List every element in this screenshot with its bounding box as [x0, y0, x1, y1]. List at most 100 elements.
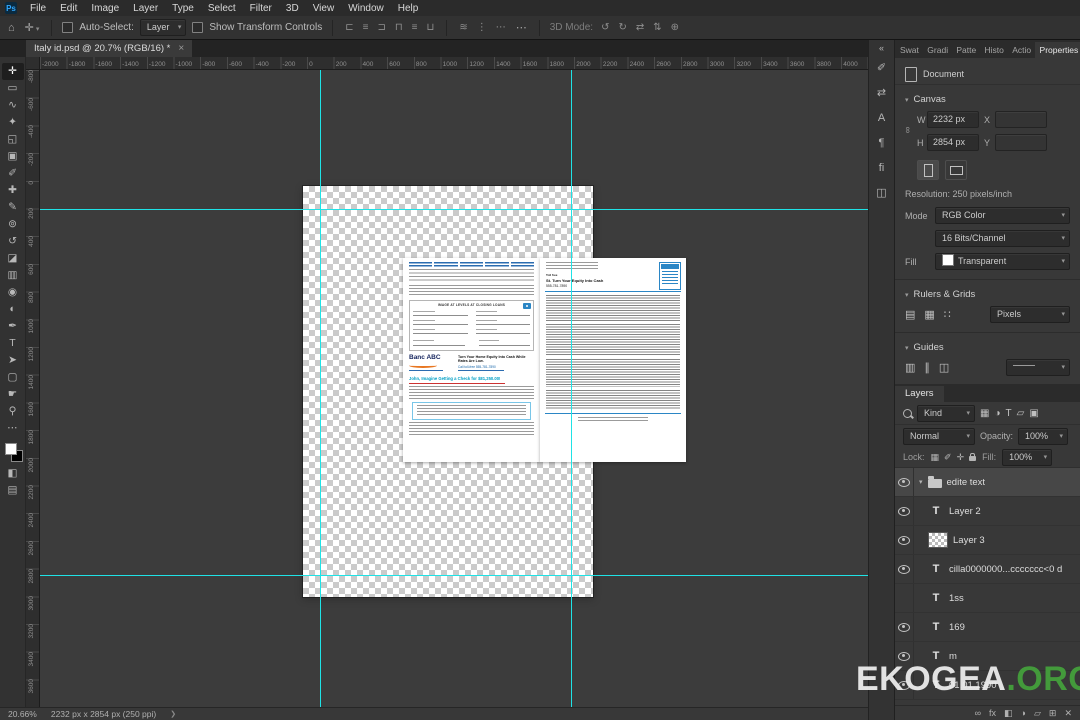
menu-filter[interactable]: Filter: [243, 3, 279, 14]
eraser-tool[interactable]: ◪: [2, 250, 24, 267]
rulers-grids-section-header[interactable]: ▾ Rulers & Grids: [905, 289, 1070, 300]
eyedropper-tool[interactable]: ✐: [2, 165, 24, 182]
align-bottom-icon[interactable]: ⊔: [425, 22, 437, 33]
character-panel-icon[interactable]: A: [869, 106, 894, 131]
visibility-toggle[interactable]: [895, 555, 914, 583]
delete-layer-icon[interactable]: ✕: [1064, 708, 1072, 719]
guides-section-header[interactable]: ▾ Guides: [905, 342, 1070, 353]
lasso-tool[interactable]: ∿: [2, 97, 24, 114]
y-field[interactable]: [995, 134, 1047, 151]
blur-tool[interactable]: ◉: [2, 284, 24, 301]
edit-toolbar-icon[interactable]: ⋯: [2, 420, 24, 437]
libraries-panel-icon[interactable]: ◫: [869, 181, 894, 206]
panel-tab-histo[interactable]: Histo: [980, 42, 1008, 58]
new-guide-layout-icon[interactable]: ▥: [905, 361, 915, 374]
add-layer-mask-icon[interactable]: ◧: [1004, 708, 1013, 719]
fill-dropdown[interactable]: 100%: [1002, 448, 1053, 466]
crop-tool[interactable]: ◱: [2, 131, 24, 148]
toggle-grid-icon[interactable]: ▦: [924, 308, 934, 321]
visibility-toggle[interactable]: [895, 584, 914, 612]
visibility-toggle[interactable]: [895, 613, 914, 641]
screen-mode-icon[interactable]: ▤: [2, 482, 24, 499]
menu-select[interactable]: Select: [201, 3, 243, 14]
distribute-horizontal-icon[interactable]: ≋: [457, 22, 469, 33]
guide-horizontal[interactable]: [40, 209, 868, 210]
layer-row[interactable]: ▾ edite text: [895, 468, 1080, 497]
lock-transparent-pixels-icon[interactable]: ▦: [931, 452, 940, 463]
clone-stamp-tool[interactable]: ⊚: [2, 216, 24, 233]
foreground-color-swatch[interactable]: [4, 443, 17, 455]
gradient-tool[interactable]: ▥: [2, 267, 24, 284]
tab-layers[interactable]: Layers: [895, 386, 944, 402]
layer-row[interactable]: T 169: [895, 613, 1080, 642]
canvas-area[interactable]: IMAGE AT LEVELS AT CLOSING LOANS Banc AB…: [40, 70, 868, 707]
layer-row[interactable]: Tcilla0000000...ccccccc<0 d: [895, 555, 1080, 584]
visibility-toggle[interactable]: [895, 497, 914, 525]
panel-tab-patte[interactable]: Patte: [951, 42, 979, 58]
menu-image[interactable]: Image: [84, 3, 126, 14]
hand-tool[interactable]: ☛: [2, 386, 24, 403]
adjustments-panel-icon[interactable]: ⇄: [869, 81, 894, 106]
distribute-vertical-icon[interactable]: ⋮: [475, 22, 489, 33]
link-dimensions-icon[interactable]: ∞: [903, 127, 913, 133]
spot-healing-brush-tool[interactable]: ✚: [2, 182, 24, 199]
auto-select-target-dropdown[interactable]: Layer: [139, 19, 187, 36]
3d-rotate-icon[interactable]: ↺: [599, 22, 611, 33]
layer-row[interactable]: T Layer 2: [895, 497, 1080, 526]
visibility-toggle[interactable]: [895, 526, 914, 554]
lock-guides-icon[interactable]: ∥: [924, 361, 930, 374]
status-chevron-icon[interactable]: ❯: [170, 710, 176, 718]
zoom-tool[interactable]: ⚲: [2, 403, 24, 420]
quick-selection-tool[interactable]: ✦: [2, 114, 24, 131]
expand-caret-icon[interactable]: ▾: [919, 478, 923, 486]
more-options-icon[interactable]: ⋯: [514, 21, 529, 34]
rectangular-marquee-tool[interactable]: ▭: [2, 80, 24, 97]
layer-style-icon[interactable]: fx: [989, 708, 996, 718]
guide-vertical[interactable]: [320, 70, 321, 707]
adjustment-layer-icon[interactable]: ◑: [1021, 708, 1026, 718]
history-brush-tool[interactable]: ↺: [2, 233, 24, 250]
menu-file[interactable]: File: [23, 3, 53, 14]
filter-shape-layers-icon[interactable]: ▱: [1017, 408, 1025, 419]
close-tab-icon[interactable]: ×: [178, 43, 184, 54]
guide-vertical[interactable]: [571, 70, 572, 707]
color-swatches[interactable]: [2, 441, 24, 465]
lock-position-icon[interactable]: ✛: [957, 452, 965, 463]
x-field[interactable]: [995, 111, 1047, 128]
brush-settings-panel-icon[interactable]: ✐: [869, 56, 894, 81]
snap-options-icon[interactable]: ∷: [944, 308, 951, 321]
3d-scale-icon[interactable]: ⊕: [669, 22, 681, 33]
blend-mode-dropdown[interactable]: Normal: [903, 427, 975, 445]
panel-tab-swat[interactable]: Swat: [895, 42, 922, 58]
menu-view[interactable]: View: [306, 3, 342, 14]
menu-type[interactable]: Type: [165, 3, 201, 14]
align-middle-vertical-icon[interactable]: ≡: [410, 22, 420, 33]
clear-guides-icon[interactable]: ◫: [939, 361, 949, 374]
path-selection-tool[interactable]: ➤: [2, 352, 24, 369]
align-left-icon[interactable]: ⊏: [343, 22, 355, 33]
horizontal-ruler[interactable]: -2000 -1800 -1600 -1400 -1200 -1000 -800 -600 -4…: [40, 57, 868, 70]
lock-image-pixels-icon[interactable]: ✐: [944, 452, 952, 463]
menu-edit[interactable]: Edit: [53, 3, 84, 14]
frame-tool[interactable]: ▣: [2, 148, 24, 165]
3d-slide-icon[interactable]: ⇅: [651, 22, 663, 33]
align-right-icon[interactable]: ⊐: [375, 22, 387, 33]
bit-depth-dropdown[interactable]: 16 Bits/Channel: [935, 230, 1070, 247]
align-center-horizontal-icon[interactable]: ≡: [361, 22, 371, 33]
3d-pan-icon[interactable]: ⇄: [634, 22, 646, 33]
pen-tool[interactable]: ✒: [2, 318, 24, 335]
rectangle-tool[interactable]: ▢: [2, 369, 24, 386]
landscape-orientation-button[interactable]: [945, 160, 967, 180]
width-field[interactable]: 2232 px: [927, 111, 979, 128]
quick-mask-icon[interactable]: ◧: [2, 465, 24, 482]
vertical-ruler[interactable]: -800 -600 -400 -200 0 200 400 600 800 1000 1200 140…: [26, 70, 40, 707]
new-group-icon[interactable]: ▱: [1034, 708, 1041, 719]
units-dropdown[interactable]: Pixels: [990, 306, 1070, 323]
height-field[interactable]: 2854 px: [927, 134, 979, 151]
toggle-rulers-icon[interactable]: ▤: [905, 308, 915, 321]
zoom-level[interactable]: 20.66%: [8, 709, 37, 719]
filter-adjustment-layers-icon[interactable]: ◑: [994, 408, 1000, 419]
tool-preset-button[interactable]: ✛ ▾: [23, 21, 42, 34]
visibility-toggle[interactable]: [895, 468, 914, 496]
dodge-tool[interactable]: ◐: [2, 301, 24, 318]
